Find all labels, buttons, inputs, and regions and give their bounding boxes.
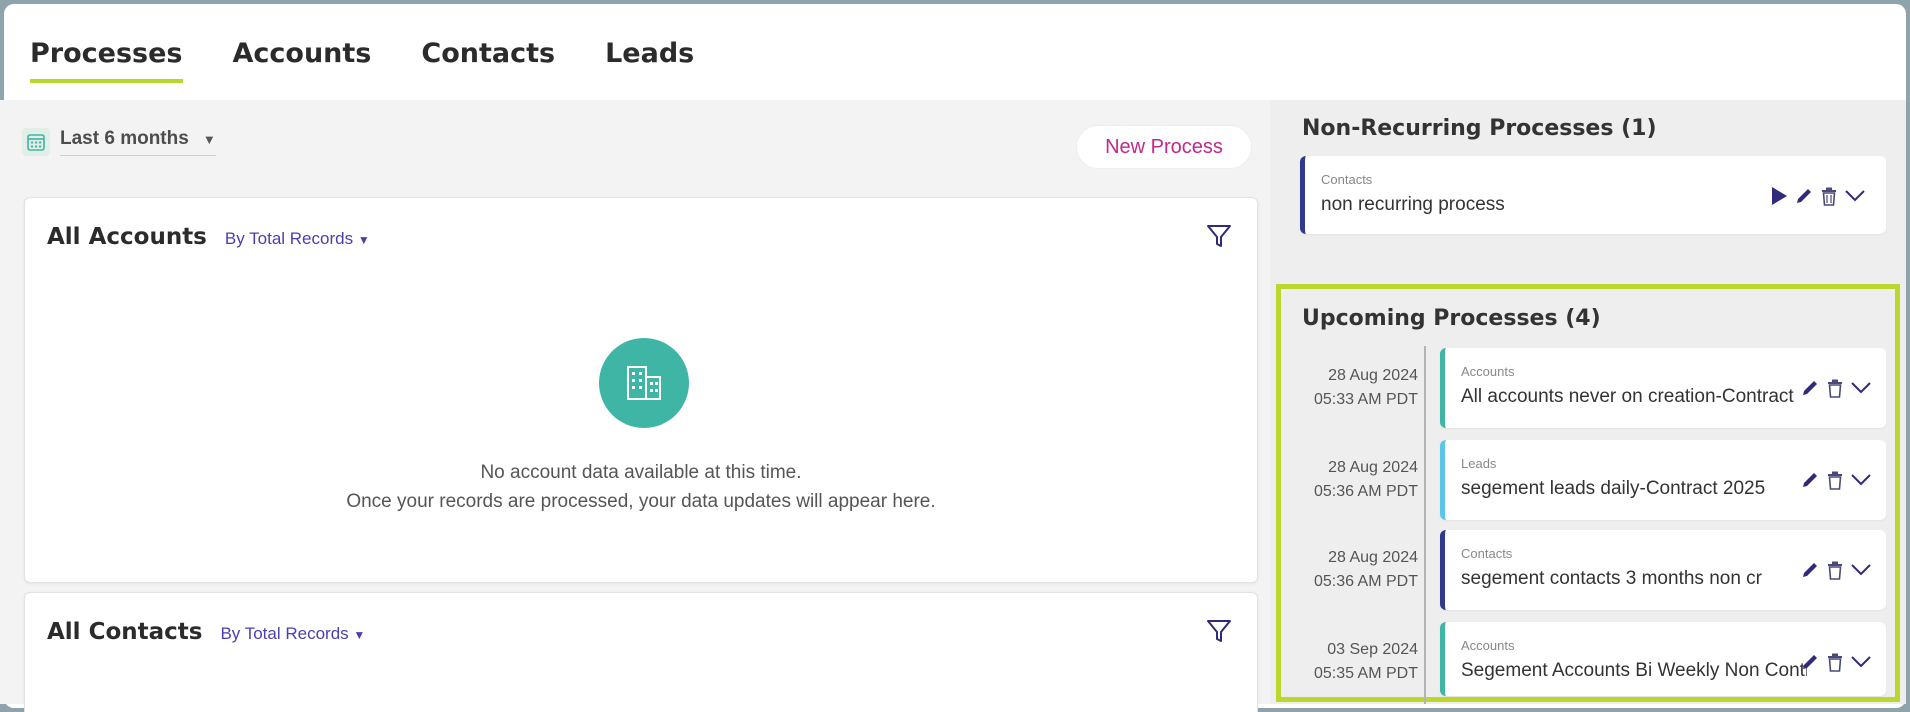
process-date: 28 Aug 2024 05:33 AM PDT: [1313, 367, 1418, 408]
process-name: Segement Accounts Bi Weekly Non Contract: [1461, 660, 1807, 681]
pencil-icon[interactable]: [1794, 186, 1814, 206]
card-header: All Accounts By Total Records ▼: [47, 224, 370, 250]
chevron-down-icon[interactable]: [1850, 473, 1872, 487]
filter-icon[interactable]: [1205, 222, 1233, 250]
process-name: segement contacts 3 months non cr: [1461, 568, 1762, 589]
timeline-line: [1424, 346, 1426, 704]
tab-leads[interactable]: Leads: [605, 38, 694, 83]
trash-icon[interactable]: [1820, 186, 1838, 206]
caret-down-icon: ▼: [202, 131, 216, 147]
date-range-dropdown[interactable]: Last 6 months ▼: [22, 128, 216, 156]
empty-state-hint: Once your records are processed, your da…: [346, 491, 936, 512]
play-icon[interactable]: [1770, 186, 1788, 206]
card-title: All Contacts: [47, 619, 203, 645]
pencil-icon[interactable]: [1800, 378, 1820, 398]
process-actions: [1800, 378, 1872, 398]
sort-dropdown[interactable]: By Total Records ▼: [225, 229, 370, 249]
filter-icon[interactable]: [1205, 617, 1233, 645]
non-recurring-title: Non-Recurring Processes (1): [1302, 116, 1657, 141]
process-actions: [1800, 652, 1872, 672]
main-tabs: Processes Accounts Contacts Leads: [30, 38, 694, 83]
caret-down-icon: ▼: [357, 233, 370, 247]
sort-dropdown[interactable]: By Total Records ▼: [220, 624, 365, 644]
process-date: 03 Sep 2024 05:35 AM PDT: [1313, 641, 1418, 682]
process-date: 28 Aug 2024 05:36 AM PDT: [1313, 549, 1418, 590]
card-title: All Accounts: [47, 224, 207, 250]
chevron-down-icon[interactable]: [1844, 189, 1866, 203]
process-card[interactable]: Contacts non recurring process: [1300, 156, 1886, 234]
process-name: All accounts never on creation-Contract: [1461, 386, 1794, 407]
process-category: Contacts: [1461, 546, 1513, 561]
process-actions: [1800, 470, 1872, 490]
process-category: Accounts: [1461, 364, 1515, 379]
trash-icon[interactable]: [1826, 652, 1844, 672]
pencil-icon[interactable]: [1800, 560, 1820, 580]
chevron-down-icon[interactable]: [1850, 655, 1872, 669]
upcoming-title: Upcoming Processes (4): [1302, 306, 1601, 331]
upcoming-process-card[interactable]: Contacts segement contacts 3 months non …: [1440, 530, 1886, 610]
calendar-icon: [22, 128, 50, 156]
tab-accounts[interactable]: Accounts: [233, 38, 372, 83]
process-date: 28 Aug 2024 05:36 AM PDT: [1313, 459, 1418, 500]
process-name: non recurring process: [1321, 194, 1505, 215]
chevron-down-icon[interactable]: [1850, 563, 1872, 577]
upcoming-process-card[interactable]: Accounts Segement Accounts Bi Weekly Non…: [1440, 622, 1886, 696]
process-actions: [1800, 560, 1872, 580]
process-actions: [1770, 186, 1866, 206]
trash-icon[interactable]: [1826, 378, 1844, 398]
new-process-button[interactable]: New Process: [1076, 125, 1252, 169]
chevron-down-icon[interactable]: [1850, 381, 1872, 395]
trash-icon[interactable]: [1826, 470, 1844, 490]
empty-state-message: No account data available at this time.: [480, 462, 802, 483]
process-name: segement leads daily-Contract 2025: [1461, 478, 1766, 499]
caret-down-icon: ▼: [353, 628, 366, 642]
upcoming-process-card[interactable]: Accounts All accounts never on creation-…: [1440, 348, 1886, 428]
upcoming-process-card[interactable]: Leads segement leads daily-Contract 2025: [1440, 440, 1886, 520]
process-category: Contacts: [1321, 172, 1373, 187]
pencil-icon[interactable]: [1800, 470, 1820, 490]
all-accounts-card: All Accounts By Total Records ▼ No accou…: [24, 197, 1258, 583]
card-header: All Contacts By Total Records ▼: [47, 619, 365, 645]
pencil-icon[interactable]: [1800, 652, 1820, 672]
buildings-icon: [599, 338, 689, 428]
process-category: Leads: [1461, 456, 1497, 471]
tab-contacts[interactable]: Contacts: [421, 38, 555, 83]
trash-icon[interactable]: [1826, 560, 1844, 580]
tab-processes[interactable]: Processes: [30, 38, 183, 83]
date-range-label: Last 6 months ▼: [60, 128, 216, 156]
process-category: Accounts: [1461, 638, 1515, 653]
all-contacts-card: All Contacts By Total Records ▼: [24, 592, 1258, 712]
